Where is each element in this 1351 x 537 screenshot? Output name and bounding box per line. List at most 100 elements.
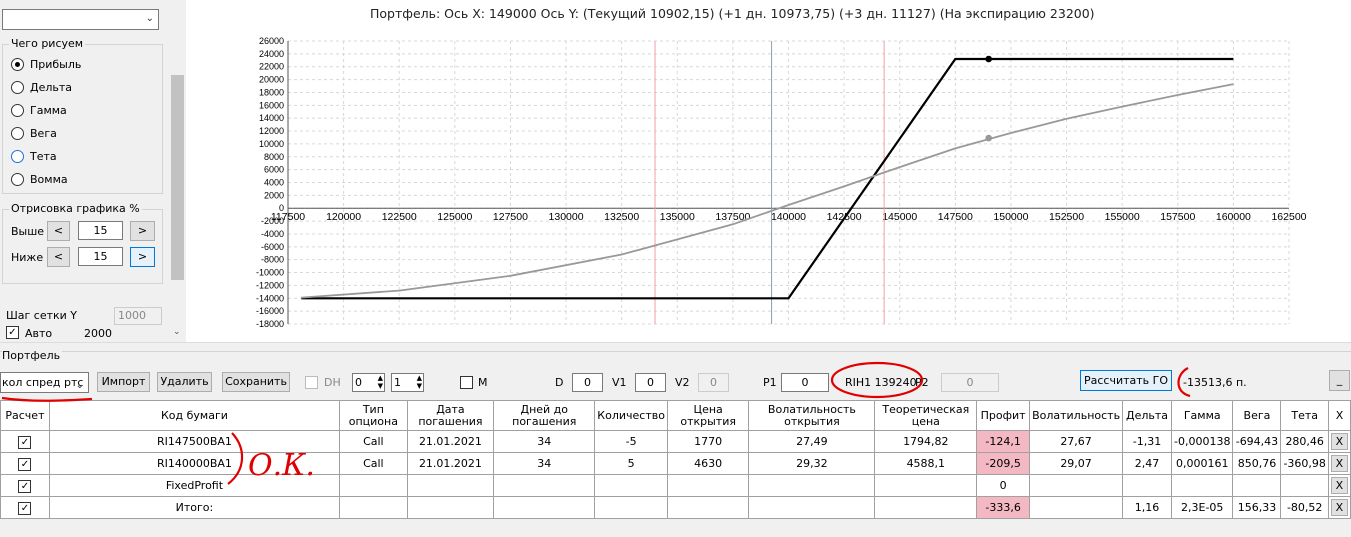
radio-vomma-label: Вомма (30, 173, 68, 186)
import-button[interactable]: Импорт (97, 372, 150, 392)
p1-input[interactable]: 0 (781, 373, 829, 392)
d-input[interactable]: 0 (572, 373, 603, 392)
col-header-open-vol[interactable]: Волатильность открытия (748, 400, 876, 431)
above-label: Выше (11, 225, 45, 238)
m-checkbox[interactable] (460, 376, 473, 389)
row-checkbox-cell[interactable]: ✓ (0, 430, 50, 453)
draw-range-title: Отрисовка графика % (9, 202, 142, 215)
p1-label: P1 (763, 376, 777, 389)
x-tick-label: 127500 (493, 211, 528, 223)
radio-vega[interactable]: Вега (11, 122, 81, 145)
radio-profit[interactable]: Прибыль (11, 53, 81, 76)
dh-checkbox[interactable] (305, 376, 318, 389)
table-row[interactable]: ✓ RI147500BA1 Call 21.01.2021 34 -5 1770… (0, 430, 1351, 453)
v2-label: V2 (675, 376, 690, 389)
col-header-qty[interactable]: Количество (594, 400, 668, 431)
m-label: M (478, 376, 488, 389)
col-header-vega[interactable]: Вега (1232, 400, 1282, 431)
scroll-up-icon[interactable]: ⌃ (173, 0, 181, 7)
radio-gamma[interactable]: Гамма (11, 99, 81, 122)
auto-value: 2000 (84, 327, 112, 340)
row-checkbox[interactable]: ✓ (18, 435, 32, 449)
cell-gamma (1170, 474, 1234, 497)
below-increase-button[interactable]: > (130, 247, 155, 267)
radio-vega-circle[interactable] (11, 127, 24, 140)
remove-row-button[interactable]: X (1330, 499, 1348, 516)
radio-theta[interactable]: Тета (11, 145, 81, 168)
cell-code: Итого: (48, 496, 341, 519)
col-header-theta[interactable]: Тета (1280, 400, 1329, 431)
above-percent-input[interactable]: 15 (78, 221, 123, 240)
col-header-theo[interactable]: Теоретическая цена (874, 400, 978, 431)
cell-open-price[interactable]: 1770 (666, 430, 750, 453)
cell-vega (1232, 474, 1282, 497)
cell-qty[interactable]: -5 (594, 430, 668, 453)
table-row[interactable]: ✓ FixedProfit 0 X (0, 474, 1351, 497)
cell-profit[interactable]: 0 (976, 474, 1031, 497)
above-increase-button[interactable]: > (130, 221, 155, 241)
cell-theo (874, 496, 978, 519)
row-checkbox[interactable]: ✓ (18, 479, 32, 493)
col-header-calc[interactable]: Расчет (0, 400, 50, 431)
save-button[interactable]: Сохранить (222, 372, 290, 392)
calculate-go-button[interactable]: Рассчитать ГО (1080, 370, 1172, 391)
row-checkbox[interactable]: ✓ (18, 501, 32, 515)
row-checkbox-cell[interactable]: ✓ (0, 452, 50, 475)
y-tick-label: 18000 (259, 87, 284, 97)
scroll-thumb[interactable] (171, 75, 184, 280)
row-checkbox-cell[interactable]: ✓ (0, 474, 50, 497)
v2-input[interactable]: 0 (698, 373, 729, 392)
grid-step-input[interactable]: 1000 (114, 307, 162, 325)
p2-input[interactable]: 0 (941, 373, 999, 392)
below-decrease-button[interactable]: < (47, 247, 70, 267)
spin-arrows-icon[interactable]: ▲ ▼ (378, 374, 383, 390)
col-header-vol[interactable]: Волатильность (1029, 400, 1124, 431)
cell-theta: -360,98 (1280, 452, 1329, 475)
col-header-open-price[interactable]: Цена открытия (666, 400, 750, 431)
radio-vomma[interactable]: Вомма (11, 168, 81, 191)
dh-spin-1[interactable]: 0 ▲ ▼ (352, 373, 385, 392)
remove-row-button[interactable]: X (1330, 433, 1348, 450)
top-combo[interactable]: ⌄ (2, 9, 159, 30)
dh-spin-2[interactable]: 1 ▲ ▼ (391, 373, 424, 392)
instrument-label: RIH1 139240 (845, 376, 917, 389)
col-header-days[interactable]: Дней до погашения (493, 400, 596, 431)
x-tick-label: 145000 (882, 211, 917, 223)
strategy-combo[interactable]: кол спред ртс ⌄ (0, 372, 89, 393)
col-header-gamma[interactable]: Гамма (1170, 400, 1234, 431)
positions-table: Расчет Код бумаги Тип опциона Дата погаш… (0, 400, 1351, 519)
radio-delta-circle[interactable] (11, 81, 24, 94)
cell-vol (1029, 474, 1124, 497)
radio-gamma-circle[interactable] (11, 104, 24, 117)
cell-qty[interactable]: 5 (594, 452, 668, 475)
above-decrease-button[interactable]: < (47, 221, 70, 241)
minimize-button[interactable]: _ (1329, 370, 1350, 391)
cell-open-price[interactable]: 4630 (666, 452, 750, 475)
below-percent-input[interactable]: 15 (78, 247, 123, 266)
radio-delta[interactable]: Дельта (11, 76, 81, 99)
col-header-code[interactable]: Код бумаги (48, 400, 341, 431)
spin-arrows-icon[interactable]: ▲ ▼ (417, 374, 422, 390)
cell-vol: 27,67 (1029, 430, 1124, 453)
table-row[interactable]: ✓ RI140000BA1 Call 21.01.2021 34 5 4630 … (0, 452, 1351, 475)
table-row-total[interactable]: ✓ Итого: -333,6 1,16 2,3E-05 156,33 -80,… (0, 496, 1351, 519)
draw-what-options: Прибыль Дельта Гамма Вега Тета Вомма (11, 53, 81, 191)
row-checkbox-cell[interactable]: ✓ (0, 496, 50, 519)
radio-profit-circle[interactable] (11, 58, 24, 71)
radio-theta-circle[interactable] (11, 150, 24, 163)
remove-row-button[interactable]: X (1330, 455, 1348, 472)
row-checkbox[interactable]: ✓ (18, 457, 32, 471)
delete-button[interactable]: Удалить (157, 372, 212, 392)
col-header-delta[interactable]: Дельта (1122, 400, 1172, 431)
v1-input[interactable]: 0 (635, 373, 666, 392)
p2-label: P2 (915, 376, 929, 389)
radio-vomma-circle[interactable] (11, 173, 24, 186)
col-header-profit[interactable]: Профит (976, 400, 1031, 431)
scroll-down-icon[interactable]: ⌄ (173, 327, 181, 337)
remove-row-button[interactable]: X (1330, 477, 1348, 494)
cell-type (339, 496, 408, 519)
auto-checkbox[interactable]: ✓ (6, 326, 19, 339)
col-header-type[interactable]: Тип опциона (339, 400, 408, 431)
cell-open-vol (748, 474, 876, 497)
col-header-date[interactable]: Дата погашения (406, 400, 495, 431)
